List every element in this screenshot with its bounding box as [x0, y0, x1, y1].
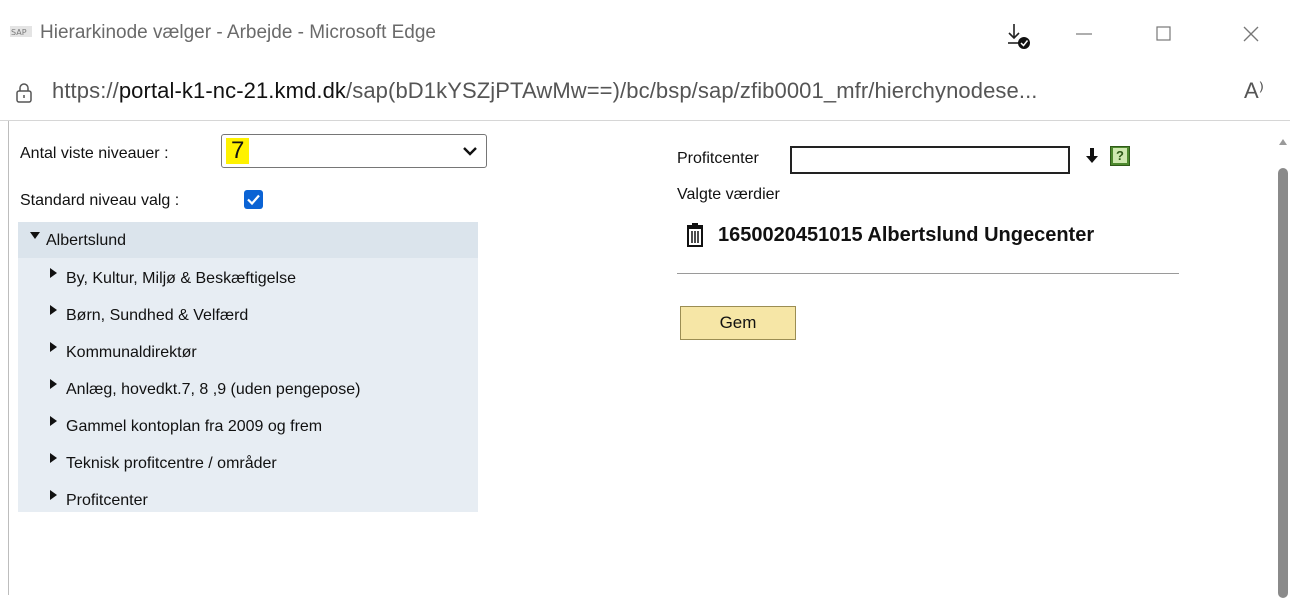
- tree-node-label[interactable]: Teknisk profitcentre / områder: [66, 455, 277, 473]
- collapsed-triangle-icon[interactable]: [50, 416, 57, 426]
- download-button[interactable]: [1000, 18, 1040, 50]
- help-glyph: ?: [1113, 148, 1127, 163]
- scrollbar-thumb[interactable]: [1278, 168, 1288, 598]
- selected-values-label: Valgte værdier: [677, 186, 780, 203]
- tree-node-label[interactable]: Anlæg, hovedkt.7, 8 ,9 (uden pengepose): [66, 381, 360, 399]
- save-button[interactable]: Gem: [680, 306, 796, 340]
- selected-value-item: 1650020451015 Albertslund Ungecenter: [718, 224, 1095, 246]
- close-button[interactable]: [1236, 18, 1276, 50]
- url-path: /sap(bD1kYSZjPTAwMw==)/bc/bsp/sap/zfib00…: [346, 78, 1038, 103]
- url-text[interactable]: https://portal-k1-nc-21.kmd.dk/sap(bD1kY…: [52, 78, 1038, 104]
- tree-node-label[interactable]: Gammel kontoplan fra 2009 og frem: [66, 418, 322, 436]
- standard-level-checkbox[interactable]: [244, 190, 263, 209]
- window-titlebar: SAP Hierarkinode vælger - Arbejde - Micr…: [0, 0, 1290, 66]
- scroll-up-icon[interactable]: [1279, 139, 1287, 145]
- divider: [677, 273, 1179, 274]
- sap-logo-icon: SAP: [10, 26, 32, 37]
- tree-node-label[interactable]: Kommunaldirektør: [66, 344, 197, 362]
- minimize-button[interactable]: [1068, 18, 1108, 50]
- minimize-icon: [1076, 33, 1092, 35]
- levels-value: 7: [226, 138, 250, 164]
- svg-text:SAP: SAP: [11, 28, 27, 37]
- tree-node-label[interactable]: By, Kultur, Miljø & Beskæftigelse: [66, 270, 296, 288]
- profitcenter-label: Profitcenter: [677, 150, 759, 167]
- tree-node-label[interactable]: Børn, Sundhed & Velfærd: [66, 307, 248, 325]
- levels-select[interactable]: 7: [221, 134, 487, 168]
- url-domain: portal-k1-nc-21.kmd.dk: [118, 78, 347, 103]
- profitcenter-input[interactable]: [790, 146, 1070, 174]
- expanded-triangle-icon[interactable]: [30, 232, 40, 239]
- hierarchy-tree: Albertslund By, Kultur, Miljø & Beskæfti…: [18, 222, 478, 512]
- tree-root-node[interactable]: Albertslund: [18, 222, 478, 258]
- collapsed-triangle-icon[interactable]: [50, 379, 57, 389]
- chevron-down-icon: [463, 147, 477, 156]
- address-bar: https://portal-k1-nc-21.kmd.dk/sap(bD1kY…: [0, 66, 1290, 121]
- download-icon: [1008, 24, 1030, 49]
- collapsed-triangle-icon[interactable]: [50, 342, 57, 352]
- trash-icon[interactable]: [684, 223, 706, 247]
- standard-level-label: Standard niveau valg :: [20, 192, 180, 209]
- tree-node-label: Albertslund: [46, 232, 127, 249]
- maximize-icon: [1156, 26, 1171, 41]
- help-icon[interactable]: ?: [1110, 146, 1130, 166]
- collapsed-triangle-icon[interactable]: [50, 490, 57, 500]
- url-prefix: https://: [52, 78, 119, 103]
- read-aloud-icon[interactable]: A⁾: [1244, 78, 1264, 104]
- lock-icon[interactable]: [12, 81, 36, 105]
- tree-node-label[interactable]: Profitcenter: [66, 492, 148, 510]
- window-title: Hierarkinode vælger - Arbejde - Microsof…: [40, 22, 437, 43]
- levels-label: Antal viste niveauer :: [20, 145, 169, 162]
- frame-border: [8, 121, 9, 595]
- maximize-button[interactable]: [1146, 18, 1186, 50]
- close-icon: [1243, 26, 1259, 42]
- down-arrow-icon[interactable]: [1085, 146, 1099, 166]
- collapsed-triangle-icon[interactable]: [50, 268, 57, 278]
- collapsed-triangle-icon[interactable]: [50, 305, 57, 315]
- checkmark-icon: [247, 194, 260, 206]
- collapsed-triangle-icon[interactable]: [50, 453, 57, 463]
